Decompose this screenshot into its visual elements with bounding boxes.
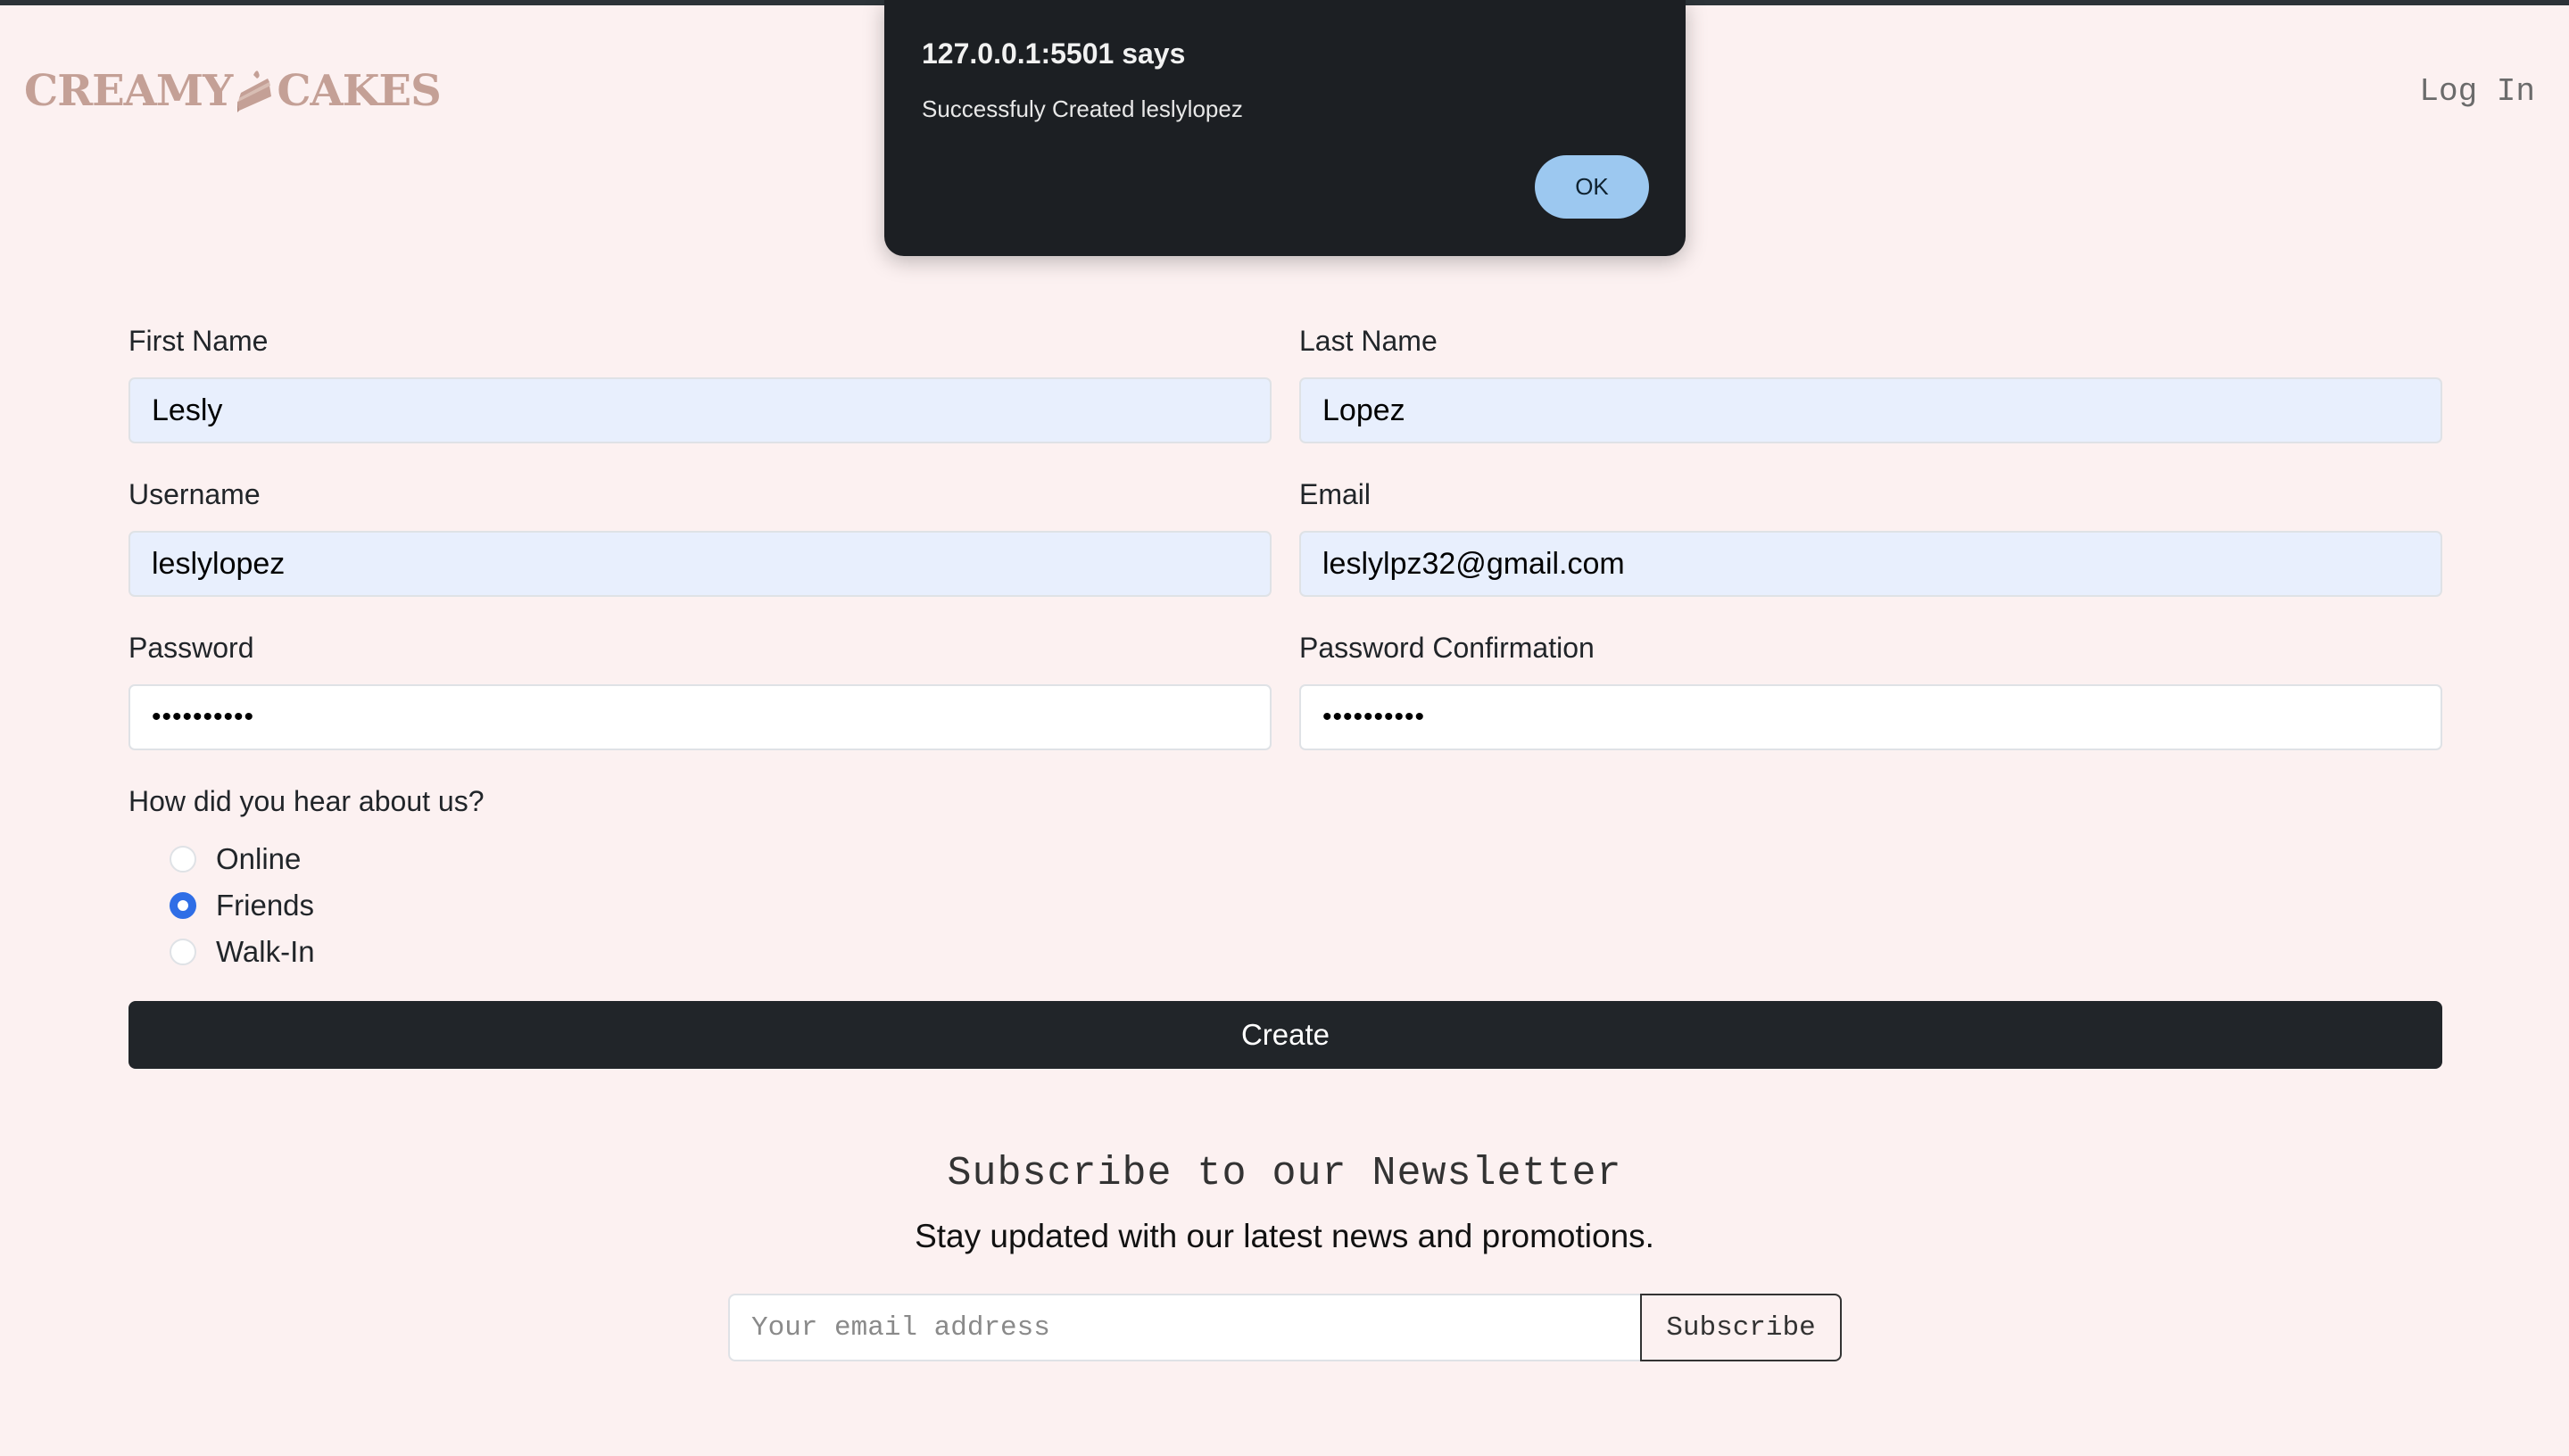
- brand-text-right: CAKES: [277, 66, 441, 116]
- newsletter-email-input[interactable]: Your email address: [728, 1294, 1642, 1361]
- alert-title: 127.0.0.1:5501 says: [922, 37, 1186, 70]
- password-field[interactable]: ••••••••••: [128, 684, 1272, 750]
- radio-label: Walk-In: [216, 935, 315, 968]
- first-name-label: First Name: [128, 325, 269, 357]
- create-button[interactable]: Create: [128, 1001, 2442, 1069]
- radio-label: Online: [216, 842, 302, 875]
- email-label: Email: [1299, 478, 1372, 510]
- radio-label: Friends: [216, 889, 315, 922]
- password-confirmation-masked-value: ••••••••••: [1322, 702, 1426, 732]
- newsletter-subtitle: Stay updated with our latest news and pr…: [915, 1218, 1654, 1254]
- referral-question: How did you hear about us?: [128, 785, 485, 817]
- newsletter-title: Subscribe to our Newsletter: [947, 1151, 1622, 1196]
- password-label: Password: [128, 632, 254, 664]
- alert-dialog: 127.0.0.1:5501 says Successfuly Created …: [884, 0, 1686, 256]
- email-field[interactable]: leslylpz32@gmail.com: [1299, 531, 2442, 597]
- brand-logo[interactable]: CREAMY CAKES: [24, 59, 442, 123]
- first-name-value: Lesly: [152, 393, 223, 427]
- password-masked-value: ••••••••••: [152, 702, 255, 732]
- cake-slice-icon: [234, 66, 275, 116]
- username-label: Username: [128, 478, 261, 510]
- radio-button-checked[interactable]: [170, 892, 196, 919]
- last-name-value: Lopez: [1322, 393, 1405, 427]
- password-confirmation-field[interactable]: ••••••••••: [1299, 684, 2442, 750]
- brand-text-left: CREAMY: [24, 66, 233, 116]
- alert-ok-button[interactable]: OK: [1535, 155, 1649, 219]
- radio-button[interactable]: [170, 939, 196, 965]
- last-name-field[interactable]: Lopez: [1299, 377, 2442, 443]
- first-name-field[interactable]: Lesly: [128, 377, 1272, 443]
- radio-button[interactable]: [170, 846, 196, 873]
- radio-option-friends[interactable]: Friends: [170, 889, 314, 922]
- alert-message: Successfuly Created leslylopez: [922, 95, 1243, 122]
- password-confirmation-label: Password Confirmation: [1299, 632, 1595, 664]
- login-link[interactable]: Log In: [2419, 73, 2535, 110]
- last-name-label: Last Name: [1299, 325, 1438, 357]
- radio-option-walk-in[interactable]: Walk-In: [170, 935, 315, 969]
- radio-option-online[interactable]: Online: [170, 842, 301, 876]
- subscribe-button[interactable]: Subscribe: [1640, 1294, 1842, 1361]
- username-field[interactable]: leslylopez: [128, 531, 1272, 597]
- username-value: leslylopez: [152, 546, 286, 581]
- email-value: leslylpz32@gmail.com: [1322, 546, 1625, 581]
